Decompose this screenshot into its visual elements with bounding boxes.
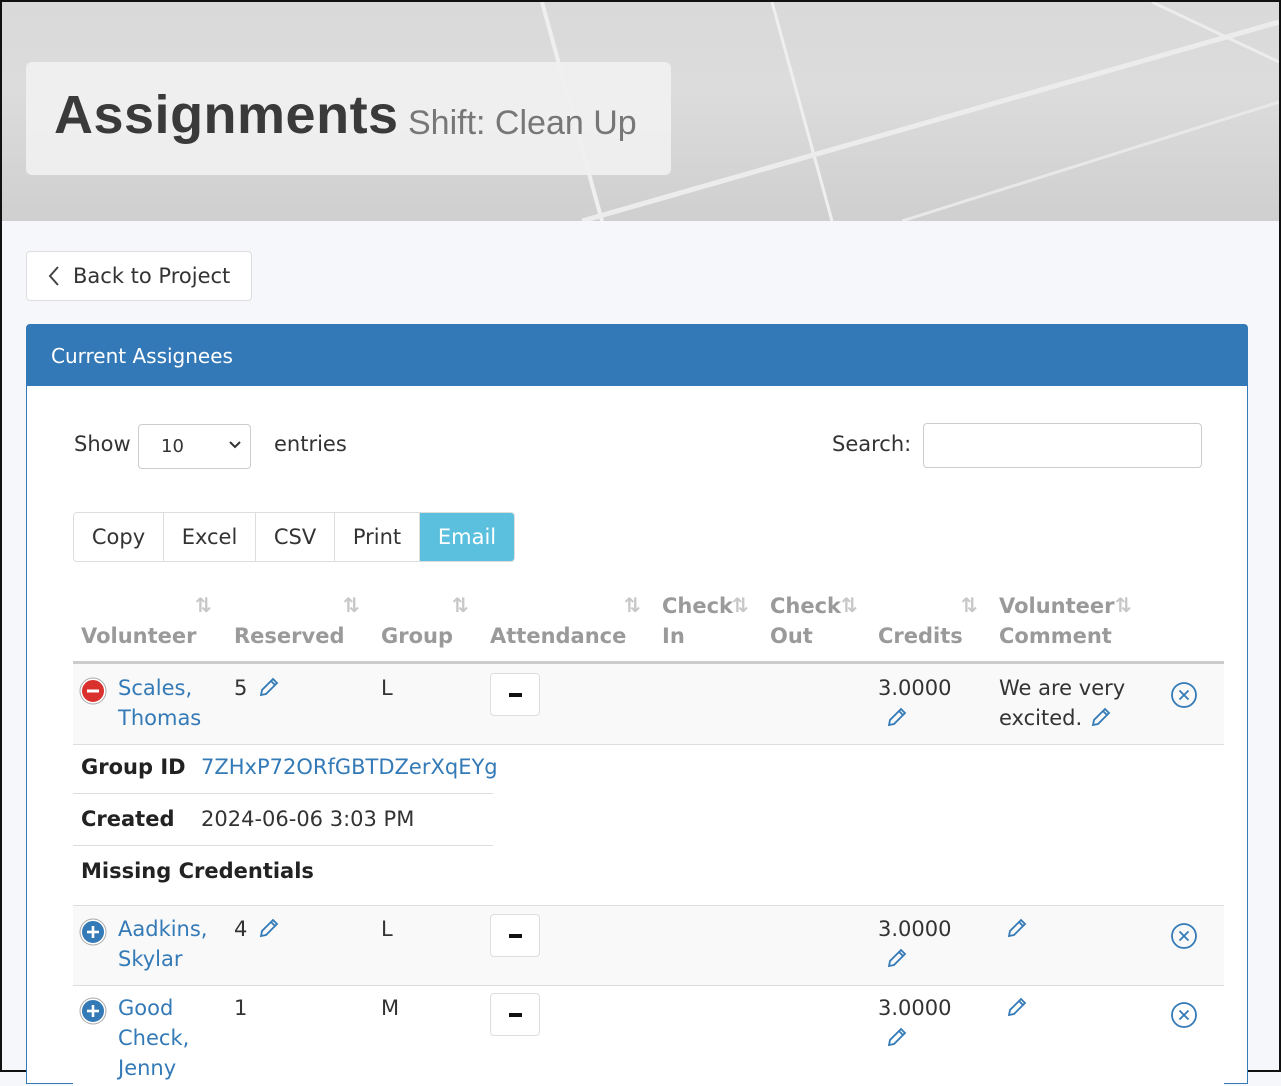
column-header-group[interactable]: Group: [381, 621, 453, 651]
sort-icon[interactable]: ⇅: [624, 593, 641, 617]
sort-icon[interactable]: ⇅: [961, 593, 978, 617]
column-header-credits[interactable]: Credits: [878, 621, 963, 651]
back-button-label: Back to Project: [73, 264, 231, 288]
column-header-check-out-line2[interactable]: Out: [770, 621, 813, 651]
excel-button[interactable]: Excel: [164, 513, 256, 561]
volunteer-name-line2[interactable]: Skylar: [118, 944, 183, 974]
pencil-icon[interactable]: [885, 705, 909, 729]
column-header-volunteer[interactable]: Volunteer: [81, 621, 197, 651]
detail-divider: [73, 793, 493, 794]
caret-down-icon: [229, 441, 241, 449]
volunteer-name-line3[interactable]: Jenny: [118, 1053, 176, 1083]
sort-icon[interactable]: ⇅: [452, 593, 469, 617]
volunteer-name-line1[interactable]: Good: [118, 993, 173, 1023]
export-button-group: Copy Excel CSV Print Email: [73, 512, 515, 562]
column-header-attendance[interactable]: Attendance: [490, 621, 626, 651]
panel-title: Current Assignees: [27, 325, 1247, 386]
reserved-value: 4: [234, 917, 248, 941]
created-value: 2024-06-06 3:03 PM: [201, 807, 415, 831]
group-id-label: Group ID: [81, 755, 186, 779]
volunteer-name-line2[interactable]: Thomas: [118, 703, 201, 733]
plus-circle-icon[interactable]: [79, 997, 107, 1025]
entries-label: entries: [274, 432, 347, 456]
plus-circle-icon[interactable]: [79, 918, 107, 946]
csv-button[interactable]: CSV: [256, 513, 335, 561]
chevron-left-icon: [48, 266, 59, 286]
assignees-panel: Current Assignees Show 10 entries Search…: [26, 324, 1248, 1086]
close-circle-icon[interactable]: [1170, 681, 1198, 709]
credits-value: 3.0000: [878, 996, 952, 1020]
print-button[interactable]: Print: [335, 513, 420, 561]
minus-circle-icon[interactable]: [79, 677, 107, 705]
column-header-comment-line2[interactable]: Comment: [999, 621, 1112, 651]
show-label: Show: [74, 432, 131, 456]
sort-icon[interactable]: ⇅: [343, 593, 360, 617]
pencil-icon[interactable]: [1089, 705, 1113, 729]
pencil-icon[interactable]: [257, 675, 281, 699]
column-header-check-in-line2[interactable]: In: [662, 621, 685, 651]
group-value: L: [381, 917, 393, 941]
created-label: Created: [81, 807, 175, 831]
minus-icon: [508, 1012, 522, 1017]
attendance-button[interactable]: [490, 914, 540, 957]
missing-credentials-label: Missing Credentials: [81, 859, 314, 883]
column-header-comment-line1[interactable]: Volunteer: [999, 591, 1115, 621]
search-label: Search:: [832, 432, 912, 456]
pencil-icon[interactable]: [885, 1025, 909, 1049]
pencil-icon[interactable]: [257, 916, 281, 940]
column-header-check-in-line1[interactable]: Check: [662, 591, 733, 621]
close-circle-icon[interactable]: [1170, 1001, 1198, 1029]
volunteer-name-line1[interactable]: Scales,: [118, 673, 192, 703]
entries-select-value: 10: [161, 436, 184, 457]
credits-value: 3.0000: [878, 676, 952, 700]
pencil-icon[interactable]: [885, 946, 909, 970]
pencil-icon[interactable]: [1005, 916, 1029, 940]
email-button[interactable]: Email: [420, 513, 514, 561]
credits-value: 3.0000: [878, 917, 952, 941]
sort-icon[interactable]: ⇅: [1115, 593, 1132, 617]
minus-icon: [508, 692, 522, 697]
attendance-button[interactable]: [490, 993, 540, 1036]
sort-icon[interactable]: ⇅: [841, 593, 858, 617]
page-title: Assignments: [54, 85, 399, 145]
attendance-button[interactable]: [490, 673, 540, 716]
volunteer-name-line2[interactable]: Check,: [118, 1023, 189, 1053]
sort-icon[interactable]: ⇅: [732, 593, 749, 617]
page-subtitle: Shift: Clean Up: [408, 104, 637, 142]
group-value: L: [381, 676, 393, 700]
reserved-value: 5: [234, 676, 248, 700]
search-input[interactable]: [923, 423, 1202, 468]
column-header-reserved[interactable]: Reserved: [234, 621, 344, 651]
copy-button[interactable]: Copy: [74, 513, 164, 561]
page-header-banner: Assignments Shift: Clean Up: [2, 2, 1279, 221]
sort-icon[interactable]: ⇅: [195, 593, 212, 617]
volunteer-name-line1[interactable]: Aadkins,: [118, 914, 208, 944]
close-circle-icon[interactable]: [1170, 922, 1198, 950]
group-id-value[interactable]: 7ZHxP72ORfGBTDZerXqEYg: [201, 752, 498, 782]
column-header-check-out-line1[interactable]: Check: [770, 591, 841, 621]
back-to-project-button[interactable]: Back to Project: [26, 251, 252, 301]
group-value: M: [381, 996, 400, 1020]
reserved-value: 1: [234, 996, 248, 1020]
comment-line2: excited.: [999, 706, 1083, 730]
comment-line1: We are very: [999, 676, 1126, 700]
entries-select[interactable]: 10: [138, 424, 251, 469]
title-card: Assignments Shift: Clean Up: [26, 62, 671, 175]
detail-divider: [73, 845, 493, 846]
minus-icon: [508, 933, 522, 938]
pencil-icon[interactable]: [1005, 995, 1029, 1019]
